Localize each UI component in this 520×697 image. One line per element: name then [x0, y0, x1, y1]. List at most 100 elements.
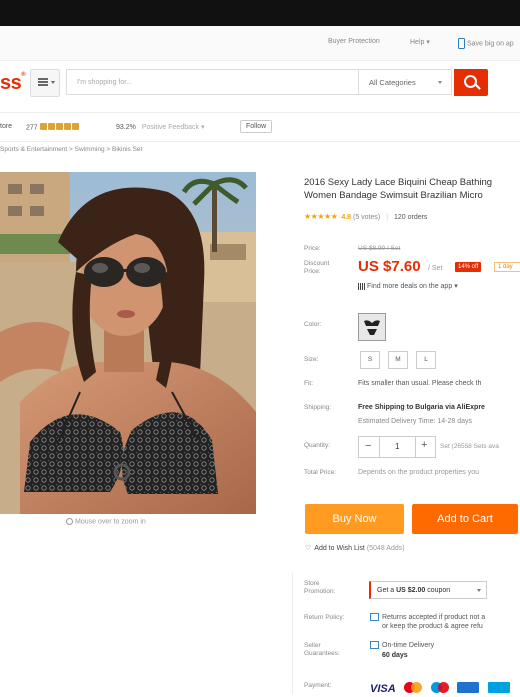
- medal-icons: [39, 123, 80, 132]
- coupon-prefix: Get a: [377, 587, 395, 594]
- size-option-s[interactable]: S: [360, 351, 380, 369]
- shipping-text[interactable]: Free Shipping to Bulgaria via AliExpre: [358, 404, 485, 411]
- delivery-icon: [370, 641, 379, 649]
- coupon-suffix: coupon: [427, 587, 451, 594]
- return-policy-line-1: Returns accepted if product not a: [370, 613, 485, 621]
- rating-row: ★★★★★ 4.8 (5 votes) | 120 orders: [304, 212, 427, 221]
- price-unit: / Set: [428, 265, 443, 272]
- fit-label: Fit:: [304, 380, 314, 387]
- discount-label-1: Discount: [304, 260, 330, 267]
- category-select-value: All Categories: [369, 78, 416, 87]
- product-title-line-1: 2016 Sexy Lady Lace Biquini Cheap Bathin…: [304, 177, 493, 188]
- feedback-count: 277: [26, 124, 38, 132]
- size-option-l[interactable]: L: [416, 351, 436, 369]
- available-stock: Set (26558 Sets ava: [440, 443, 499, 450]
- product-title: 2016 Sexy Lady Lace Biquini Cheap Bathin…: [304, 176, 520, 202]
- wishlist-label: Add to Wish List: [314, 545, 365, 552]
- color-swatch-black[interactable]: [358, 313, 386, 341]
- product-title-line-2: Women Bandage Swimsuit Brazilian Micro: [304, 190, 483, 201]
- store-feedback-score[interactable]: 277: [26, 123, 80, 132]
- chevron-down-icon: [438, 81, 442, 84]
- site-header: ss® I'm shopping for... All Categories: [0, 60, 520, 110]
- quantity-decrease-button[interactable]: −: [365, 440, 371, 452]
- app-deals-link[interactable]: Find more deals on the app ▾: [358, 282, 458, 290]
- help-label: Help: [410, 39, 425, 46]
- top-black-bar: [0, 0, 520, 26]
- store-promotion-label-1: Store: [304, 580, 320, 587]
- category-menu-button[interactable]: [30, 69, 60, 97]
- bikini-thumbnail-icon: [359, 314, 385, 340]
- guarantee-line-1-text: On-time Delivery: [382, 641, 435, 649]
- guarantee-line-1: On-time Delivery: [370, 641, 434, 649]
- guarantee-days: 60 days: [382, 652, 408, 659]
- maestro-icon: [430, 682, 449, 694]
- mastercard-icon: [404, 682, 423, 694]
- qr-icon: [358, 282, 365, 290]
- search-icon-handle: [475, 84, 481, 90]
- quantity-increase-button[interactable]: +: [421, 439, 427, 451]
- utility-bar: Buyer Protection Help ▾ Save big on ap: [0, 26, 520, 61]
- feedback-label: Positive Feedback: [141, 124, 200, 131]
- divider: |: [386, 214, 389, 221]
- size-label: Size:: [304, 356, 319, 363]
- positive-feedback: 93.2% Positive Feedback ▾: [116, 123, 204, 131]
- follow-button[interactable]: Follow: [240, 120, 273, 133]
- app-deals-text: Find more deals on the app: [367, 283, 453, 290]
- return-line-1-text: Returns accepted if product not a: [382, 613, 486, 621]
- divider: [292, 573, 293, 694]
- heart-icon: ♡: [305, 545, 312, 552]
- chevron-down-icon: ▾: [454, 283, 458, 290]
- phone-icon: [458, 38, 465, 49]
- seller-guarantee-label-2: Guarantees:: [304, 650, 340, 657]
- logo[interactable]: ss®: [0, 72, 26, 95]
- total-price-label: Total Price:: [304, 469, 337, 476]
- quantity-stepper: − 1 +: [358, 436, 436, 458]
- wallet-icon: [487, 682, 510, 694]
- add-to-cart-button[interactable]: Add to Cart: [412, 504, 518, 534]
- add-to-wishlist-link[interactable]: ♡ Add to Wish List (5048 Adds): [305, 544, 405, 552]
- original-price: US $8.90 / Set: [358, 245, 401, 252]
- buyer-protection-link[interactable]: Buyer Protection: [328, 38, 380, 45]
- quantity-label: Quantity:: [304, 442, 331, 449]
- breadcrumb[interactable]: Sports & Entertainment > Swimming > Biki…: [0, 146, 142, 153]
- zoom-icon: [66, 518, 73, 525]
- total-price-text: Depends on the product properties you: [358, 469, 480, 476]
- search-input[interactable]: I'm shopping for...: [66, 69, 358, 95]
- discount-label-2: Price:: [304, 268, 321, 275]
- registered-mark: ®: [21, 72, 26, 78]
- coupon-value: US $2.00: [396, 587, 426, 594]
- coupon-dropdown[interactable]: Get a US $2.00 coupon: [369, 581, 487, 599]
- chevron-down-icon: ▾: [426, 39, 430, 46]
- color-label: Color:: [304, 321, 322, 328]
- zoom-hint: Mouse over to zoom in: [66, 518, 146, 525]
- discount-badge: 14% off: [455, 262, 482, 272]
- seller-guarantee-label-1: Seller: [304, 642, 321, 649]
- return-policy-line-2: or keep the product & agree refu: [382, 623, 483, 630]
- product-photo-illustration: [0, 172, 256, 514]
- search-button[interactable]: [454, 69, 488, 96]
- wishlist-count: (5048 Adds): [366, 545, 405, 552]
- delivery-time: Estimated Delivery Time: 14-28 days: [358, 418, 472, 425]
- save-big-app-link[interactable]: Save big on ap: [458, 38, 514, 49]
- rating-votes[interactable]: (5 votes): [353, 214, 380, 221]
- quantity-input[interactable]: 1: [395, 442, 399, 451]
- amex-icon: [457, 682, 480, 694]
- return-icon: [370, 613, 379, 621]
- help-menu[interactable]: Help ▾: [410, 38, 430, 46]
- orders-count: 120 orders: [393, 214, 428, 221]
- chevron-down-icon: [51, 81, 55, 84]
- payment-label: Payment:: [304, 682, 332, 689]
- product-image[interactable]: [0, 172, 256, 514]
- visa-icon: VISA: [370, 683, 396, 695]
- return-policy-label: Return Policy:: [304, 614, 345, 621]
- category-select[interactable]: All Categories: [358, 69, 452, 95]
- buy-now-button[interactable]: Buy Now: [305, 504, 404, 534]
- logo-text: ss: [0, 72, 22, 94]
- save-big-label: Save big on ap: [467, 40, 514, 48]
- chevron-down-icon: ▾: [200, 124, 205, 131]
- size-option-m[interactable]: M: [388, 351, 408, 369]
- store-promotion-label-2: Promotion:: [304, 588, 336, 595]
- store-label: tore: [0, 123, 13, 130]
- day-left-badge: 1 day: [494, 262, 520, 272]
- store-info-bar: tore 277 93.2% Positive Feedback ▾ Follo…: [0, 112, 520, 142]
